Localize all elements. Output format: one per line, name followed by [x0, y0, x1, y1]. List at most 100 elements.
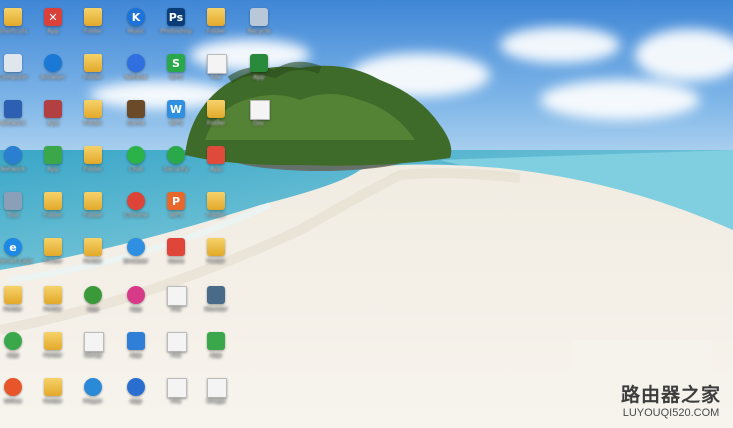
desktop-icon-arrow-app[interactable]: App: [239, 51, 279, 95]
pink-app-icon: [127, 286, 145, 304]
desktop-icon-folder[interactable]: Folder: [196, 235, 236, 279]
green-shield-icon: [4, 332, 22, 350]
desktop-icon-label: Folder: [43, 306, 63, 313]
desktop-icon-chrome[interactable]: Chrome: [116, 189, 156, 233]
desktop-icon-red-app[interactable]: ✕ App: [33, 5, 73, 49]
desktop-icon-label: Folder: [43, 258, 63, 265]
desktop-icon-office[interactable]: Office: [0, 375, 33, 419]
folder-icon: [44, 378, 62, 396]
folder-icon: [207, 238, 225, 256]
desktop-icon-label: Doc: [253, 120, 265, 127]
blue-swirl-icon: [44, 54, 62, 72]
office-icon: [4, 378, 22, 396]
desktop-icon-blank-file[interactable]: File: [196, 51, 236, 95]
desktop-icon-kugou[interactable]: K Music: [116, 5, 156, 49]
desktop-icon-green-shield[interactable]: App: [0, 329, 33, 373]
desktop-icon-folder[interactable]: Folder: [33, 235, 73, 279]
desktop-icon-green-app[interactable]: App: [33, 143, 73, 187]
desktop-icon-globe[interactable]: Network: [0, 143, 33, 187]
desktop-icon-folder[interactable]: Shortcuts: [0, 5, 33, 49]
desktop-icon-folder[interactable]: Folder: [33, 189, 73, 233]
desktop-icon-folder[interactable]: Folder: [73, 143, 113, 187]
desktop-icon-blue-check[interactable]: App: [116, 329, 156, 373]
desktop-icon-folder[interactable]: Folder: [73, 5, 113, 49]
desktop-icon-label: Browser: [123, 258, 149, 265]
folder-icon: [44, 332, 62, 350]
desktop-icon-label: Security: [163, 166, 189, 173]
desktop-icon-qq-browser[interactable]: Browser: [116, 235, 156, 279]
watermark: 路由器之家 LUYOUQI520.COM: [615, 384, 727, 424]
globe-icon: [4, 146, 22, 164]
desktop-icon-blue-swirl[interactable]: Browser: [33, 51, 73, 95]
desktop-icon-label: Folder: [83, 212, 103, 219]
desktop-icon-label: Folder: [43, 212, 63, 219]
desktop-icon-folder[interactable]: Folder: [73, 51, 113, 95]
desktop-icon-label: File: [170, 306, 182, 313]
watermark-url: LUYOUQI520.COM: [622, 407, 720, 419]
swirl-app-icon: [127, 378, 145, 396]
desktop-icon-label: App: [253, 74, 265, 81]
image-file-icon: [207, 378, 227, 398]
desktop-icon-image-file[interactable]: Image: [196, 375, 236, 419]
desktop-icon-folder[interactable]: Folder: [73, 235, 113, 279]
desktop-icon-wps-s[interactable]: S WPS: [156, 51, 196, 95]
desktop-icon-label: App: [47, 120, 59, 127]
desktop-icon-folder[interactable]: Folder: [196, 97, 236, 141]
desktop-icon-ie[interactable]: e Internet Explorer: [0, 235, 33, 279]
desktop-icon-game[interactable]: Game: [116, 97, 156, 141]
desktop-icon-folder[interactable]: Folder: [33, 283, 73, 327]
desktop-icon-pink-app[interactable]: App: [116, 283, 156, 327]
desktop-icon-label: Folder: [83, 258, 103, 265]
desktop-icon-label: Folder: [206, 28, 226, 35]
desktop-icon-wps-w[interactable]: W WPS: [156, 97, 196, 141]
desktop-icon-tool[interactable]: Tool: [0, 189, 33, 233]
desktop-icon-monitor[interactable]: Monitor: [196, 283, 236, 327]
desktop-icon-photoshop[interactable]: Ps Photoshop: [156, 5, 196, 49]
desktop-icon-grid: Shortcuts ✕ App Folder K Music Ps Photoshop Fold…: [0, 0, 733, 428]
folder-icon: [4, 8, 22, 26]
desktop-icon-label: Browser: [40, 74, 66, 81]
desktop-icon-label: Folder: [206, 212, 226, 219]
desktop-icon-baidu[interactable]: Netdisk: [116, 51, 156, 95]
desktop-icon-monitor[interactable]: Computer: [0, 51, 33, 95]
desktop-icon-folder[interactable]: Folder: [73, 97, 113, 141]
desktop-icon-recycle-bin[interactable]: Recycle: [239, 5, 279, 49]
desktop-icon-folder[interactable]: Folder: [196, 5, 236, 49]
desktop-icon-folder[interactable]: Folder: [33, 375, 73, 419]
desktop-icon-swirl-app[interactable]: App: [116, 375, 156, 419]
desktop-icon-label: Photoshop: [160, 28, 192, 35]
desktop-icon-label: Folder: [206, 120, 226, 127]
desktop[interactable]: Shortcuts ✕ App Folder K Music Ps Photoshop Fold…: [0, 0, 733, 428]
tool-icon: [4, 192, 22, 210]
desktop-icon-document[interactable]: Doc: [239, 97, 279, 141]
desktop-icon-shield[interactable]: Security: [156, 143, 196, 187]
desktop-icon-network[interactable]: Network: [0, 97, 33, 141]
red-app-icon: ✕: [44, 8, 62, 26]
desktop-icon-folder[interactable]: Folder: [73, 189, 113, 233]
ie-icon: e: [4, 238, 22, 256]
desktop-icon-label: Folder: [83, 166, 103, 173]
desktop-icon-text-file[interactable]: File: [156, 283, 196, 327]
desktop-icon-label: App: [210, 352, 222, 359]
desktop-icon-green-ball[interactable]: App: [73, 283, 113, 327]
desktop-icon-wechat[interactable]: Chat: [116, 143, 156, 187]
desktop-icon-wps-p[interactable]: P WPS: [156, 189, 196, 233]
desktop-icon-label: App: [210, 166, 222, 173]
desktop-icon-label: WPS: [169, 74, 183, 81]
desktop-icon-folder[interactable]: Folder: [0, 283, 33, 327]
desktop-icon-colorful-app[interactable]: App: [196, 143, 236, 187]
kugou-icon: K: [127, 8, 145, 26]
desktop-icon-media[interactable]: Player: [73, 375, 113, 419]
desktop-icon-label: Folder: [83, 28, 103, 35]
desktop-icon-folder[interactable]: Folder: [196, 189, 236, 233]
desktop-icon-exe-file[interactable]: Setup: [73, 329, 113, 373]
desktop-icon-folder[interactable]: Folder: [33, 329, 73, 373]
desktop-icon-app-store[interactable]: Store: [156, 235, 196, 279]
desktop-icon-leaf[interactable]: App: [196, 329, 236, 373]
blank-file-icon: [167, 378, 187, 398]
text-file-icon: [167, 286, 187, 306]
desktop-icon-blank-file[interactable]: File: [156, 329, 196, 373]
desktop-icon-blank-file[interactable]: File: [156, 375, 196, 419]
desktop-icon-photo-app[interactable]: App: [33, 97, 73, 141]
wps-w-icon: W: [167, 100, 185, 118]
